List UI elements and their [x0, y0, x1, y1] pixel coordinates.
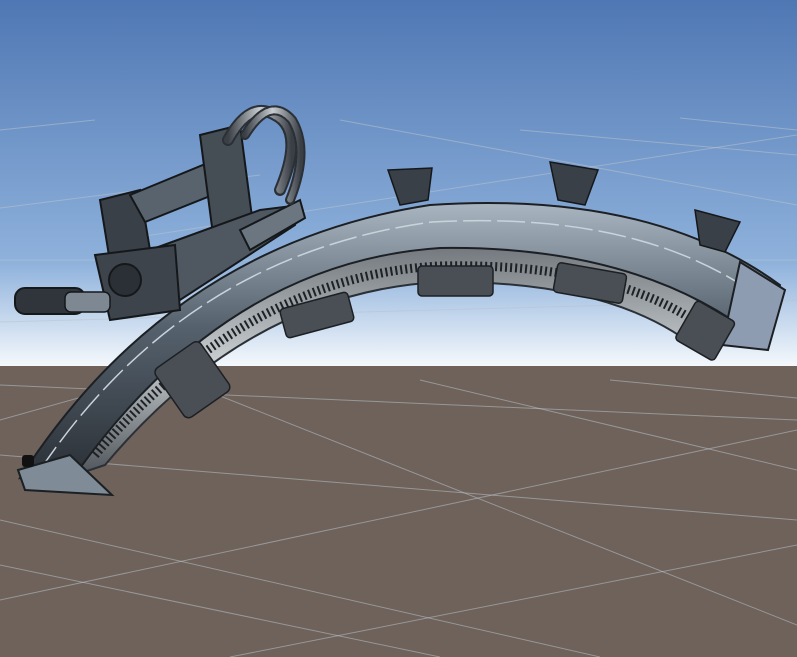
rail-end-bolt	[22, 455, 34, 467]
scene-canvas[interactable]	[0, 0, 797, 657]
piston-cylinder	[14, 287, 111, 315]
scene-viewport[interactable]	[0, 0, 797, 657]
